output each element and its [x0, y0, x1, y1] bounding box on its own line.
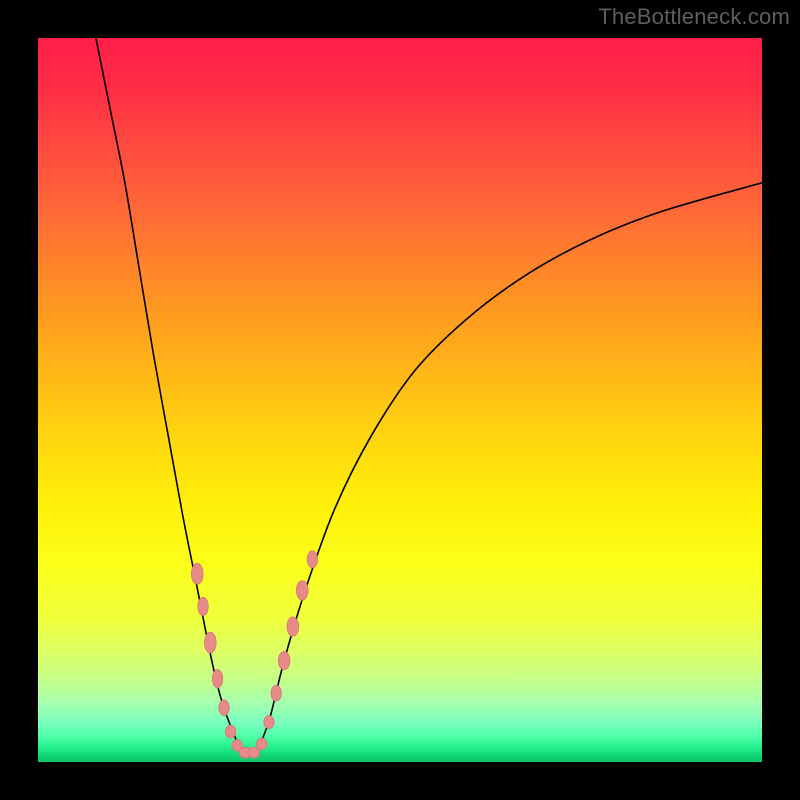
- data-marker: [264, 716, 274, 729]
- data-marker: [225, 725, 235, 738]
- data-marker: [212, 670, 222, 688]
- data-marker: [198, 597, 208, 615]
- data-marker: [271, 685, 281, 701]
- data-marker: [219, 700, 229, 716]
- data-marker: [191, 563, 203, 584]
- plot-area: [38, 38, 762, 762]
- data-marker: [248, 747, 260, 758]
- attribution-text: TheBottleneck.com: [598, 4, 790, 30]
- data-marker: [287, 617, 299, 637]
- right-curve: [259, 183, 762, 748]
- data-marker: [296, 581, 308, 601]
- data-marker: [307, 551, 317, 568]
- left-curve: [96, 38, 239, 748]
- data-marker: [204, 632, 216, 653]
- outer-frame: TheBottleneck.com: [0, 0, 800, 800]
- data-marker: [278, 652, 290, 670]
- data-marker: [257, 738, 267, 750]
- chart-svg: [38, 38, 762, 762]
